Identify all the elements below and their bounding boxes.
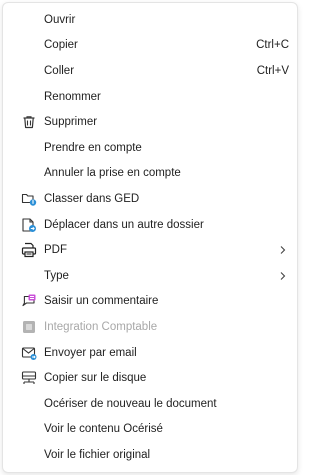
folder-ged-icon bbox=[21, 191, 37, 207]
menu-item-integration-comptable: Integration Comptable bbox=[3, 314, 297, 340]
menu-item-commentaire[interactable]: Saisir un commentaire bbox=[3, 289, 297, 315]
menu-item-copier[interactable]: Copier Ctrl+C bbox=[3, 33, 297, 59]
menu-item-ouvrir[interactable]: Ouvrir bbox=[3, 7, 297, 33]
menu-item-label: Integration Comptable bbox=[44, 320, 158, 333]
context-menu: Ouvrir Copier Ctrl+C Coller Ctrl+V Renom… bbox=[2, 2, 298, 473]
move-document-icon bbox=[21, 217, 37, 233]
menu-item-voir-contenu-ocerise[interactable]: Voir le contenu Océrisé bbox=[3, 417, 297, 443]
menu-item-label: Ouvrir bbox=[44, 13, 76, 26]
accounting-icon bbox=[21, 319, 37, 335]
menu-item-label: Envoyer par email bbox=[44, 346, 137, 359]
menu-item-label: Voir le contenu Océrisé bbox=[44, 423, 163, 436]
menu-item-label: Déplacer dans un autre dossier bbox=[44, 218, 204, 231]
menu-item-oceriser[interactable]: Océriser de nouveau le document bbox=[3, 391, 297, 417]
menu-item-prendre-en-compte[interactable]: Prendre en compte bbox=[3, 135, 297, 161]
menu-item-label: Classer dans GED bbox=[44, 192, 140, 205]
trash-icon bbox=[21, 114, 37, 130]
menu-item-pdf[interactable]: PDF bbox=[3, 237, 297, 263]
menu-item-label: Voir le fichier original bbox=[44, 448, 151, 461]
menu-item-type[interactable]: Type bbox=[3, 263, 297, 289]
menu-item-copier-disque[interactable]: Copier sur le disque bbox=[3, 365, 297, 391]
shortcut-label: Ctrl+V bbox=[256, 64, 289, 77]
menu-item-label: PDF bbox=[44, 244, 67, 257]
shortcut-label: Ctrl+C bbox=[256, 39, 289, 52]
menu-item-label: Prendre en compte bbox=[44, 141, 142, 154]
menu-item-label: Coller bbox=[44, 64, 75, 77]
menu-item-supprimer[interactable]: Supprimer bbox=[3, 109, 297, 135]
disk-copy-icon bbox=[21, 370, 37, 386]
menu-item-coller[interactable]: Coller Ctrl+V bbox=[3, 58, 297, 84]
menu-item-label: Renommer bbox=[44, 90, 101, 103]
menu-item-label: Copier sur le disque bbox=[44, 372, 147, 385]
menu-item-annuler-prise-en-compte[interactable]: Annuler la prise en compte bbox=[3, 161, 297, 187]
email-icon bbox=[21, 345, 37, 361]
menu-item-label: Saisir un commentaire bbox=[44, 295, 159, 308]
pdf-print-icon bbox=[21, 242, 37, 258]
menu-item-envoyer-email[interactable]: Envoyer par email bbox=[3, 340, 297, 366]
menu-item-deplacer[interactable]: Déplacer dans un autre dossier bbox=[3, 212, 297, 238]
chevron-right-icon bbox=[278, 271, 288, 281]
menu-item-label: Annuler la prise en compte bbox=[44, 167, 181, 180]
menu-item-renommer[interactable]: Renommer bbox=[3, 84, 297, 110]
menu-item-classer-ged[interactable]: Classer dans GED bbox=[3, 186, 297, 212]
menu-item-label: Océriser de nouveau le document bbox=[44, 397, 217, 410]
menu-item-label: Copier bbox=[44, 39, 78, 52]
comment-icon bbox=[21, 293, 37, 309]
menu-item-label: Type bbox=[44, 269, 69, 282]
menu-item-label: Supprimer bbox=[44, 116, 98, 129]
chevron-right-icon bbox=[278, 245, 288, 255]
menu-item-voir-fichier-original[interactable]: Voir le fichier original bbox=[3, 442, 297, 468]
